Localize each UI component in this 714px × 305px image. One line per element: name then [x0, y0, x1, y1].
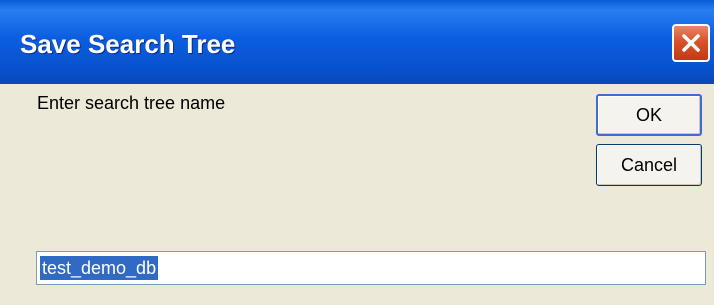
close-icon: [682, 34, 700, 52]
close-button[interactable]: [672, 24, 710, 62]
save-search-tree-dialog: Save Search Tree Enter search tree name …: [0, 0, 714, 305]
title-bar[interactable]: Save Search Tree: [0, 0, 714, 84]
tree-name-input[interactable]: test_demo_db: [36, 251, 706, 285]
cancel-button[interactable]: Cancel: [596, 144, 702, 186]
ok-button[interactable]: OK: [596, 94, 702, 136]
window-title: Save Search Tree: [20, 29, 236, 59]
tree-name-value: test_demo_db: [40, 256, 159, 280]
prompt-label: Enter search tree name: [37, 93, 226, 113]
